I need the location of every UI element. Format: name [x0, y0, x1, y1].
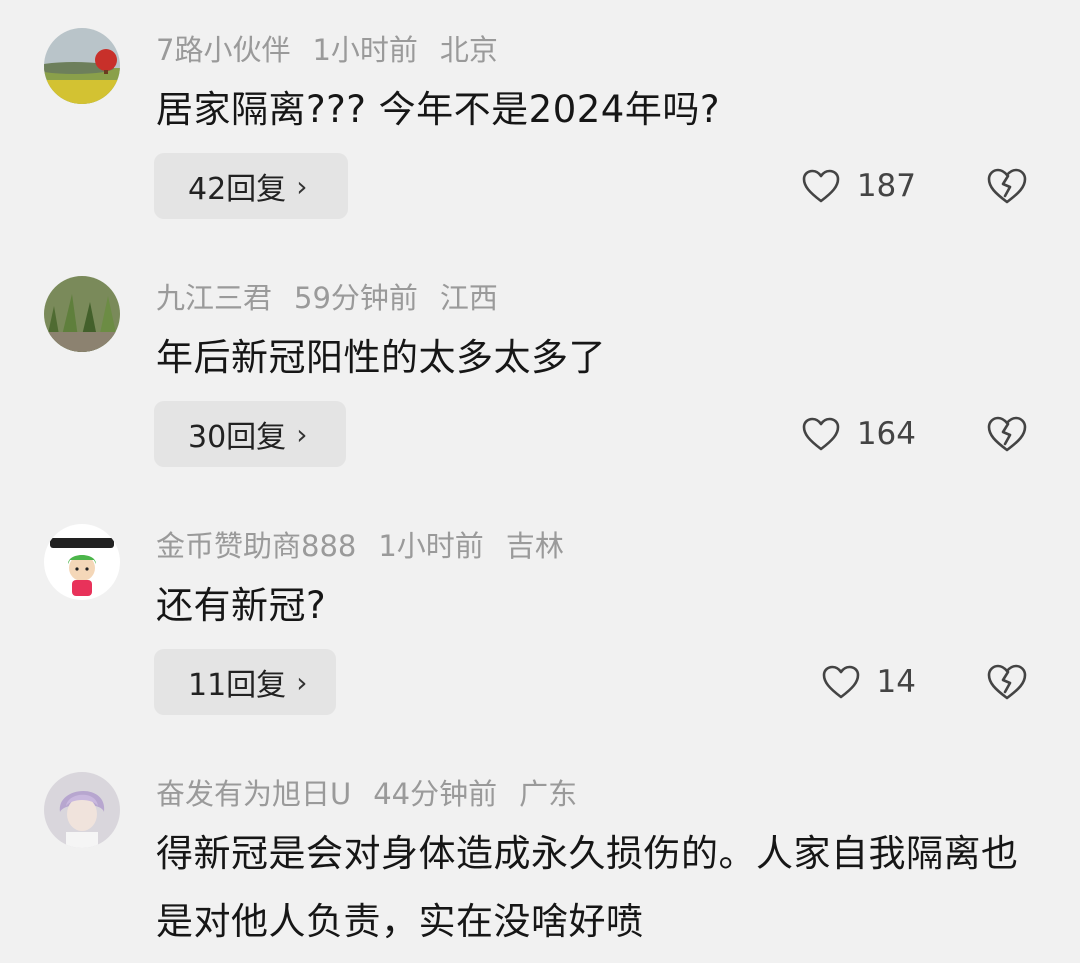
comment-meta: 九江三君 59分钟前 江西 [156, 280, 520, 316]
heart-outline-icon [802, 417, 840, 451]
user-avatar[interactable] [44, 772, 120, 848]
dislike-button[interactable] [986, 153, 1028, 219]
dislike-button[interactable] [986, 649, 1028, 715]
chevron-right-icon: › [296, 169, 308, 203]
chevron-right-icon: › [296, 665, 308, 699]
comment-time: 1小时前 [378, 529, 484, 563]
user-avatar[interactable] [44, 276, 120, 352]
user-avatar[interactable] [44, 28, 120, 104]
heart-outline-icon [822, 665, 859, 699]
comment-meta: 奋发有为旭日U 44分钟前 广东 [156, 776, 599, 812]
comment-text: 年后新冠阳性的太多太多了 [156, 336, 606, 379]
comment-text: 还有新冠? [156, 584, 327, 627]
view-replies-button[interactable]: 30回复 › [154, 401, 346, 467]
broken-heart-icon [987, 416, 1027, 452]
like-button[interactable]: 14 [821, 649, 916, 715]
reply-count: 11回复 [188, 668, 287, 703]
broken-heart-icon [987, 664, 1027, 700]
view-replies-button[interactable]: 42回复 › [154, 153, 348, 219]
username[interactable]: 金币赞助商888 [156, 529, 356, 563]
comment-location: 江西 [439, 281, 498, 315]
comment-location: 北京 [439, 33, 498, 67]
comment-time: 59分钟前 [294, 281, 418, 315]
comment-meta: 7路小伙伴 1小时前 北京 [156, 32, 520, 68]
username[interactable]: 7路小伙伴 [156, 33, 290, 67]
like-count: 187 [856, 168, 916, 204]
like-button[interactable]: 164 [801, 401, 916, 467]
dislike-button[interactable] [986, 401, 1028, 467]
reply-count: 42回复 [188, 172, 287, 207]
comment-location: 吉林 [505, 529, 564, 563]
like-count: 14 [876, 664, 916, 700]
heart-outline-icon [802, 169, 840, 203]
like-count: 164 [856, 416, 916, 452]
comment-time: 44分钟前 [373, 777, 498, 811]
username[interactable]: 九江三君 [156, 281, 272, 315]
username[interactable]: 奋发有为旭日U [156, 777, 351, 811]
reply-count: 30回复 [188, 420, 287, 455]
comment-text: 得新冠是会对身体造成永久损伤的。人家自我隔离也是对他人负责，实在没啥好喷 [156, 832, 1019, 943]
comment-time: 1小时前 [312, 33, 418, 67]
comment-location: 广东 [519, 777, 578, 811]
view-replies-button[interactable]: 11回复 › [154, 649, 336, 715]
user-avatar[interactable] [44, 524, 120, 600]
comment-text: 居家隔离??? 今年不是2024年吗? [156, 88, 720, 131]
broken-heart-icon [987, 168, 1027, 204]
like-button[interactable]: 187 [801, 153, 916, 219]
chevron-right-icon: › [296, 417, 308, 451]
comment-meta: 金币赞助商888 1小时前 吉林 [156, 528, 586, 564]
